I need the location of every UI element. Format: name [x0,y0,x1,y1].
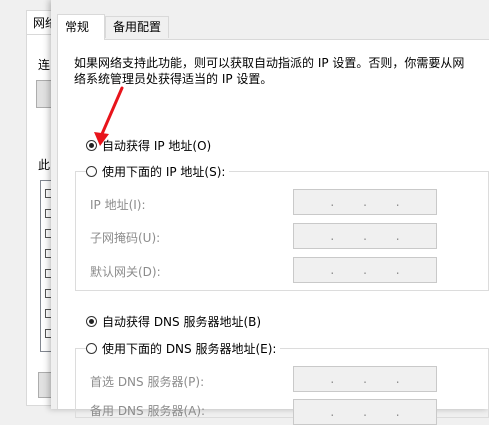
ip-dot: . [395,229,400,243]
ip-dot: . [395,372,400,386]
auto-dns-label: 自动获得 DNS 服务器地址(B) [102,315,262,329]
ip-address-field[interactable]: ... [293,189,437,215]
preferred-dns-field[interactable]: ... [293,366,437,392]
manual-ip-radio[interactable]: 使用下面的 IP 地址(S): [86,163,230,180]
alternate-dns-field[interactable]: ... [293,399,437,425]
parent-items-label: 此 [38,158,51,172]
ip-dot: . [363,229,367,243]
manual-dns-radio[interactable]: 使用下面的 DNS 服务器地址(E): [86,340,281,357]
preferred-dns-label: 首选 DNS 服务器(P): [90,375,205,389]
ip-dot: . [363,372,367,386]
alternate-dns-label: 备用 DNS 服务器(A): [90,404,206,418]
subnet-mask-label: 子网掩码(U): [90,231,161,245]
manual-dns-label: 使用下面的 DNS 服务器地址(E): [102,342,277,356]
description-text: 如果网络支持此功能，则可以获取自动指派的 IP 设置。否则，你需要从网络系统管理… [74,56,465,86]
ip-dot: . [330,372,335,386]
ip-dot: . [330,263,335,277]
ip-address-label: IP 地址(I): [90,198,146,212]
radio-unchecked-icon[interactable] [86,343,97,354]
annotation-arrow-icon [94,86,124,146]
parent-connect-label: 连 [38,58,51,72]
ip-dot: . [395,405,400,419]
ip-dot: . [395,195,400,209]
radio-unchecked-icon[interactable] [86,166,97,177]
ip-dot: . [330,229,335,243]
auto-dns-radio[interactable]: 自动获得 DNS 服务器地址(B) [86,313,261,330]
ip-dot: . [363,263,367,277]
radio-checked-icon[interactable] [86,316,97,327]
tab-alternate-config[interactable]: 备用配置 [105,16,169,38]
ip-dot: . [330,405,335,419]
subnet-mask-field[interactable]: ... [293,223,437,249]
ip-dot: . [363,195,367,209]
default-gateway-label: 默认网关(D): [90,265,161,279]
tab-general[interactable]: 常规 [57,14,105,40]
manual-ip-label: 使用下面的 IP 地址(S): [102,165,226,179]
ip-dot: . [363,405,367,419]
ip-dot: . [330,195,335,209]
ip-dot: . [395,263,400,277]
default-gateway-field[interactable]: ... [293,257,437,283]
